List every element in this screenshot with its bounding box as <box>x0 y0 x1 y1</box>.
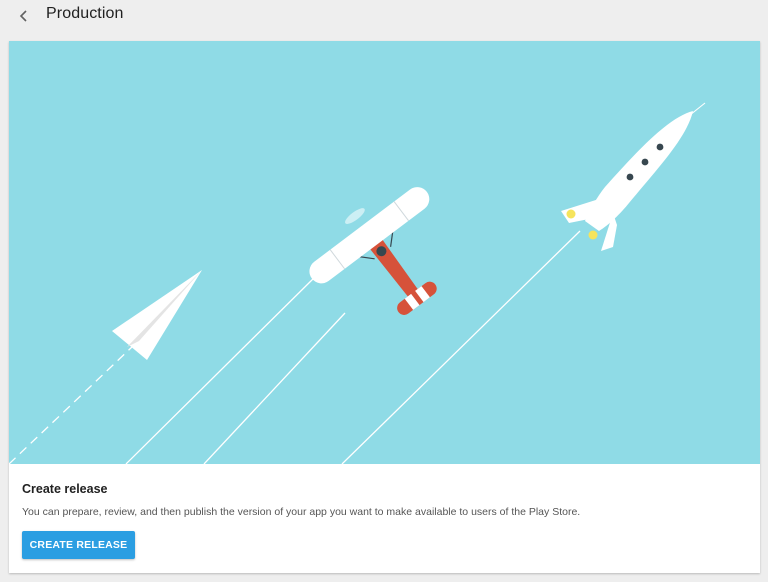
rocket-icon <box>561 111 693 251</box>
section-title: Create release <box>22 482 108 496</box>
paper-plane-icon <box>112 270 202 360</box>
release-card: Create release You can prepare, review, … <box>9 41 760 573</box>
page-title: Production <box>46 5 124 22</box>
hero-illustration <box>9 41 760 464</box>
chevron-left-icon <box>19 10 27 22</box>
back-button[interactable] <box>14 6 34 26</box>
release-info: Create release You can prepare, review, … <box>22 482 742 518</box>
create-release-button[interactable]: CREATE RELEASE <box>22 531 135 559</box>
top-bar: Production <box>0 0 768 34</box>
section-description: You can prepare, review, and then publis… <box>22 506 581 518</box>
biplane-icon <box>309 187 437 315</box>
flight-trails <box>9 102 706 464</box>
